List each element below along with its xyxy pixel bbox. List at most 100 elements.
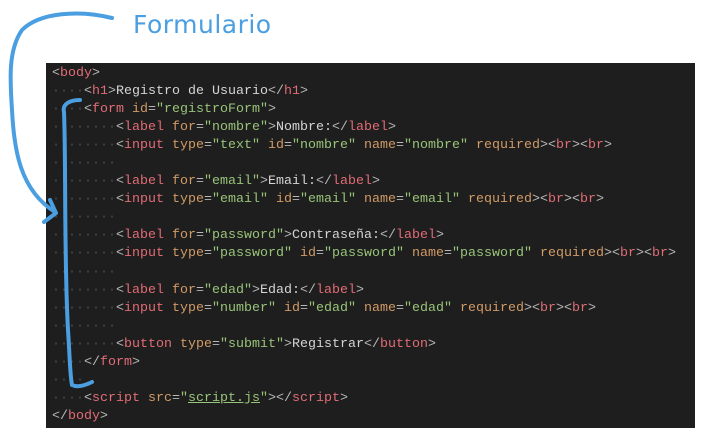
code-line: ········<input type="email" id="email" n… xyxy=(52,191,676,209)
code-token-attr: required xyxy=(460,300,524,316)
code-token-punct: < xyxy=(84,390,92,406)
code-token-punct: = xyxy=(196,282,204,298)
code-line: ········<label for="password">Contraseña… xyxy=(52,227,676,245)
code-token-ind: ···· xyxy=(52,390,84,406)
code-token-ind: ········ xyxy=(52,138,116,154)
code-token-punct: < xyxy=(116,192,124,208)
code-token-punct: </ xyxy=(84,354,100,370)
code-token-punct: < xyxy=(116,336,124,352)
code-token-punct: = xyxy=(212,336,220,352)
code-token-punct: </ xyxy=(267,84,284,100)
code-token-tag: br xyxy=(548,192,564,208)
code-token-tag: input xyxy=(124,300,164,316)
code-token-punct: > xyxy=(603,246,612,262)
code-token-attr: for xyxy=(172,120,196,136)
code-token-attr: id xyxy=(268,138,284,154)
code-token-attr: src xyxy=(148,390,172,406)
code-token-attr: required xyxy=(468,192,532,208)
code-token-punct: > xyxy=(356,282,364,298)
code-token-ind: ········ xyxy=(52,210,116,226)
code-token-punct: = xyxy=(204,300,212,316)
code-line: <body> xyxy=(52,65,676,83)
code-token-text: Contraseña: xyxy=(291,228,380,244)
code-token-punct: > xyxy=(372,174,380,190)
code-token-attr: id xyxy=(132,102,148,118)
code-token-tag: script xyxy=(92,390,140,406)
code-token-ind: ···· xyxy=(52,354,84,370)
code-token-punct: </ xyxy=(300,282,316,298)
code-token-punct: < xyxy=(116,228,124,244)
code-token-punct: > xyxy=(132,354,140,370)
code-token-attr: for xyxy=(172,282,196,298)
code-token-punct: </ xyxy=(316,174,332,190)
code-token-punct: </ xyxy=(363,336,380,352)
code-token-tag: input xyxy=(124,246,164,262)
code-token-punct: > xyxy=(604,138,612,154)
code-token-punct: = xyxy=(300,300,308,316)
code-token-tag: br xyxy=(556,138,572,154)
code-link[interactable]: script.js xyxy=(188,391,260,406)
code-token-attr: name xyxy=(364,300,396,316)
code-token-tag: label xyxy=(395,228,436,244)
code-token-punct: < xyxy=(52,66,60,81)
code-token-str: "submit" xyxy=(220,336,284,352)
code-token-punct: > xyxy=(596,192,604,208)
code-token-str: "email" xyxy=(300,192,356,208)
code-token-tag: h1 xyxy=(283,84,300,100)
code-token-str: "nombre" xyxy=(404,138,468,154)
code-line: ········<input type="number" id="edad" n… xyxy=(52,300,676,318)
code-token-punct: > xyxy=(108,84,116,100)
code-token-text: Nombre: xyxy=(276,120,332,136)
code-line: ········ xyxy=(52,209,676,227)
code-token-ind: ········ xyxy=(52,174,116,190)
code-token-punct: < xyxy=(116,300,124,316)
code-line: ········<label for="nombre">Nombre:</lab… xyxy=(52,119,676,137)
code-token-ind: ········ xyxy=(52,156,116,172)
code-token-punct: = xyxy=(443,246,452,262)
code-token-str: "edad" xyxy=(308,300,356,316)
code-line: ········<button type="submit">Registrar<… xyxy=(52,336,676,354)
code-token-tag: form xyxy=(100,354,132,370)
code-line: ········<label for="edad">Edad:</label> xyxy=(52,282,676,300)
annotation-title: Formulario xyxy=(133,10,272,39)
code-token-attr: name xyxy=(364,138,396,154)
code-token-tag: label xyxy=(124,228,164,244)
code-line: ········<input type="text" id="nombre" n… xyxy=(52,137,676,155)
code-token-punct: > xyxy=(100,408,108,424)
code-token-punct: > xyxy=(339,390,348,406)
code-line: ········ xyxy=(52,264,676,282)
code-token-ind: ········ xyxy=(52,300,116,316)
code-token-punct: > xyxy=(388,120,396,136)
code-editor[interactable]: <body> ····<h1>Registro de Usuario</h1> ··… xyxy=(46,63,695,428)
code-token-str: "email" xyxy=(204,174,260,190)
code-token-tag: h1 xyxy=(92,84,108,100)
code-token-tag: input xyxy=(124,138,164,154)
code-token-punct: < xyxy=(116,138,124,154)
code-token-attr: id xyxy=(299,246,316,262)
code-token-attr: for xyxy=(172,174,196,190)
code-token-punct: > xyxy=(299,84,308,100)
code-token-punct: < xyxy=(116,282,124,298)
code-token-tag: script xyxy=(291,390,340,406)
code-token-attr: required xyxy=(539,246,604,262)
code-token-punct: > xyxy=(435,228,444,244)
code-line: ········<label for="email">Email:</label… xyxy=(52,173,676,191)
code-token-attr: for xyxy=(172,228,196,244)
code-token-punct: = xyxy=(204,246,212,262)
code-token-punct: > xyxy=(284,336,292,352)
code-token-punct: = xyxy=(148,102,156,118)
code-token-punct: > xyxy=(635,246,644,262)
code-token-str: "password" xyxy=(204,228,284,244)
code-token-punct: < xyxy=(572,192,580,208)
code-lines: <body> ····<h1>Registro de Usuario</h1> ··… xyxy=(52,65,676,426)
code-token-ind: ········ xyxy=(52,192,116,208)
